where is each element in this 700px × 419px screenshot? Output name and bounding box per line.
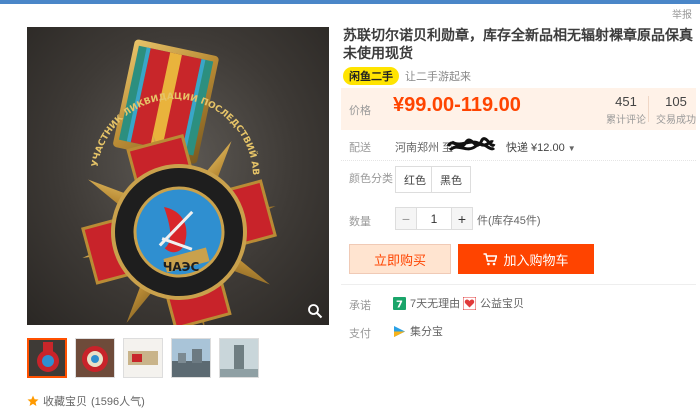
xianyu-logo: 闲鱼二手 — [343, 67, 399, 85]
ship-from: 河南郑州 至 — [395, 142, 454, 154]
stat-divider — [648, 96, 649, 122]
report-link[interactable]: 举报 — [672, 6, 692, 21]
quantity-stepper: − 1 + — [395, 207, 473, 230]
sales-count: 105 — [665, 94, 687, 109]
seven-day-return-icon: 7 — [393, 296, 406, 310]
xianyu-slogan: 让二手游起来 — [405, 71, 471, 83]
promise-7day-text: 7天无理由 — [410, 298, 461, 310]
review-label: 累计评论 — [606, 115, 646, 126]
jifenbao-icon — [394, 325, 405, 337]
caret-down-icon: ▼ — [567, 144, 576, 153]
promise-7day[interactable]: 7 7天无理由 — [393, 295, 460, 311]
decrease-button[interactable]: − — [396, 208, 416, 229]
main-product-image[interactable]: УЧАСТНИК ЛИКВИДАЦИИ ПОСЛЕДСТВИЙ АВАРИИ Ч… — [27, 27, 329, 325]
medal-center-text: ЧАЭС — [163, 260, 200, 274]
product-title: 苏联切尔诺贝利勋章，库存全新品相无辐射裸章原品保真未使用现货 — [343, 28, 693, 62]
price-value: ¥99.00-119.00 — [393, 94, 521, 116]
thumbnail-medal-front-icon — [76, 339, 114, 377]
thumbnail-medal-icon — [29, 340, 65, 376]
thumbnail-city-icon — [172, 339, 210, 377]
thumbnail-1[interactable] — [27, 338, 67, 378]
promise-label: 承诺 — [349, 300, 371, 312]
color-option-red[interactable]: 红色 — [395, 166, 435, 193]
medal-illustration: УЧАСТНИК ЛИКВИДАЦИИ ПОСЛЕДСТВИЙ АВАРИИ Ч… — [27, 27, 277, 325]
favorite-item[interactable]: 收藏宝贝 (1596人气) — [27, 393, 145, 409]
thumbnail-strip — [27, 338, 259, 378]
quantity-label: 数量 — [349, 216, 371, 228]
divider — [341, 284, 696, 285]
shipping-label: 配送 — [349, 142, 371, 154]
divider — [341, 160, 696, 161]
add-to-cart-button[interactable]: 加入购物车 — [458, 244, 594, 274]
color-option-black[interactable]: 黑色 — [431, 166, 471, 193]
top-bar — [0, 0, 700, 4]
thumbnail-4[interactable] — [171, 338, 211, 378]
review-count: 451 — [615, 94, 637, 109]
popularity-count: (1596人气) — [91, 396, 145, 408]
review-stat[interactable]: 451 累计评论 — [606, 94, 646, 126]
thumbnail-memorial-icon — [220, 339, 258, 377]
add-to-cart-label: 加入购物车 — [503, 252, 569, 268]
promise-charity-text: 公益宝贝 — [480, 298, 524, 310]
price-box: 价格 ¥99.00-119.00 451 累计评论 105 交易成功 — [341, 88, 696, 130]
color-label: 颜色分类 — [349, 173, 393, 185]
charity-heart-icon — [463, 296, 476, 310]
buy-now-button[interactable]: 立即购买 — [349, 244, 451, 274]
price-label: 价格 — [349, 105, 371, 117]
thumbnail-5[interactable] — [219, 338, 259, 378]
thumbnail-certificate-icon — [124, 339, 162, 377]
payment-jifenbao[interactable]: 集分宝 — [393, 323, 443, 339]
sales-label: 交易成功 — [656, 115, 696, 126]
cart-icon — [483, 252, 498, 265]
shipping-method-text: 快递 ¥12.00 — [506, 142, 565, 154]
stock-info: 件(库存45件) — [477, 215, 541, 227]
svg-text:7: 7 — [396, 299, 403, 310]
payment-label: 支付 — [349, 328, 371, 340]
xianyu-banner[interactable]: 闲鱼二手 让二手游起来 — [343, 67, 471, 85]
increase-button[interactable]: + — [452, 208, 472, 229]
favorite-label: 收藏宝贝 — [43, 396, 87, 408]
sales-stat: 105 交易成功 — [656, 94, 696, 126]
thumbnail-3[interactable] — [123, 338, 163, 378]
shipping-method[interactable]: 快递 ¥12.00 ▼ — [506, 139, 576, 155]
zoom-icon[interactable] — [307, 303, 323, 319]
star-icon — [27, 395, 39, 406]
payment-method-text: 集分宝 — [410, 326, 443, 338]
redacted-destination[interactable] — [446, 134, 496, 156]
quantity-input[interactable]: 1 — [416, 208, 452, 229]
promise-charity[interactable]: 公益宝贝 — [463, 295, 524, 311]
thumbnail-2[interactable] — [75, 338, 115, 378]
